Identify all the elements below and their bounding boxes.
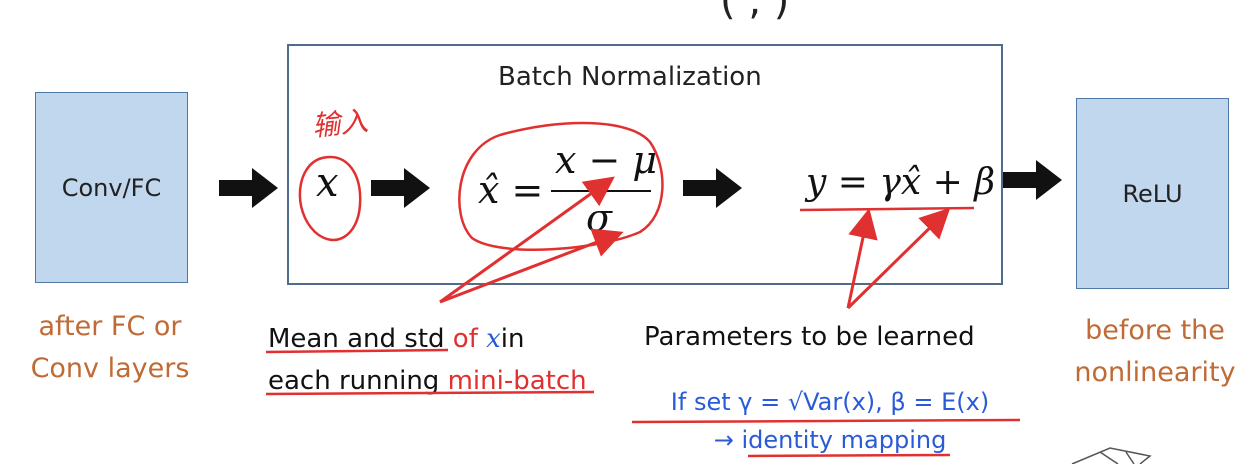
formula-loop — [458, 121, 664, 251]
y-underline — [799, 206, 975, 212]
arrow-x-to-xhat — [371, 168, 430, 208]
diagram-graphics — [219, 121, 1152, 464]
x-circle — [298, 155, 362, 242]
corner-sketch — [1071, 447, 1152, 464]
mini-batch-underline — [265, 390, 595, 396]
arrow-y-to-relu — [1003, 160, 1062, 200]
arrow-to-sigma — [439, 228, 624, 304]
arrow-to-mu — [439, 176, 615, 304]
identity-underline — [747, 453, 951, 458]
arrow-to-gamma — [846, 208, 878, 309]
mean-std-underline — [265, 348, 449, 354]
ifset-underline — [631, 418, 1021, 424]
arrow-to-beta — [846, 207, 951, 310]
arrow-conv-to-x — [219, 168, 278, 208]
arrow-xhat-to-y — [683, 168, 742, 208]
